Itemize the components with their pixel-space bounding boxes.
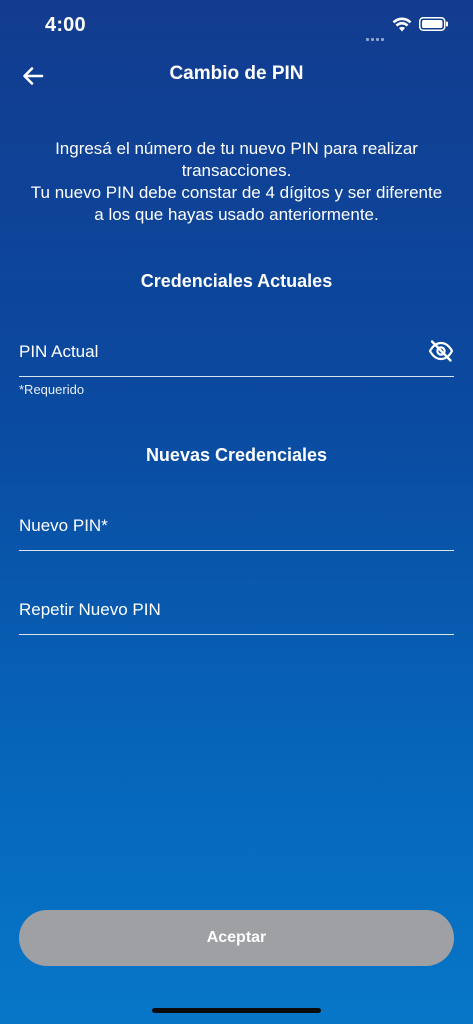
status-time: 4:00 (45, 14, 86, 36)
pin-change-screen: 4:00 Cambio de PIN Ingresá el número de … (0, 0, 473, 1024)
repeat-new-pin-field (19, 584, 454, 635)
cellular-signal-icon (366, 28, 388, 41)
required-helper-text: *Requerido (19, 382, 85, 397)
home-indicator (152, 1008, 321, 1013)
battery-icon (419, 17, 448, 31)
new-credentials-title: Nuevas Credenciales (145, 445, 328, 465)
instructions-line-1: Ingresá el número de tu nuevo PIN para r… (55, 139, 418, 180)
current-pin-field (19, 326, 454, 377)
instructions-text: Ingresá el número de tu nuevo PIN para r… (24, 138, 449, 226)
wifi-icon (392, 17, 412, 32)
instructions-line-2: Tu nuevo PIN debe constar de 4 dígitos y… (30, 183, 443, 224)
eye-off-icon[interactable] (428, 338, 454, 364)
repeat-new-pin-input[interactable] (19, 596, 409, 624)
page-title: Cambio de PIN (169, 63, 304, 84)
current-pin-input[interactable] (19, 338, 409, 366)
new-pin-field (19, 500, 454, 551)
new-pin-input[interactable] (19, 512, 409, 540)
current-credentials-title: Credenciales Actuales (140, 271, 333, 291)
status-bar: 4:00 (0, 0, 473, 52)
accept-button[interactable]: Aceptar (19, 910, 454, 966)
